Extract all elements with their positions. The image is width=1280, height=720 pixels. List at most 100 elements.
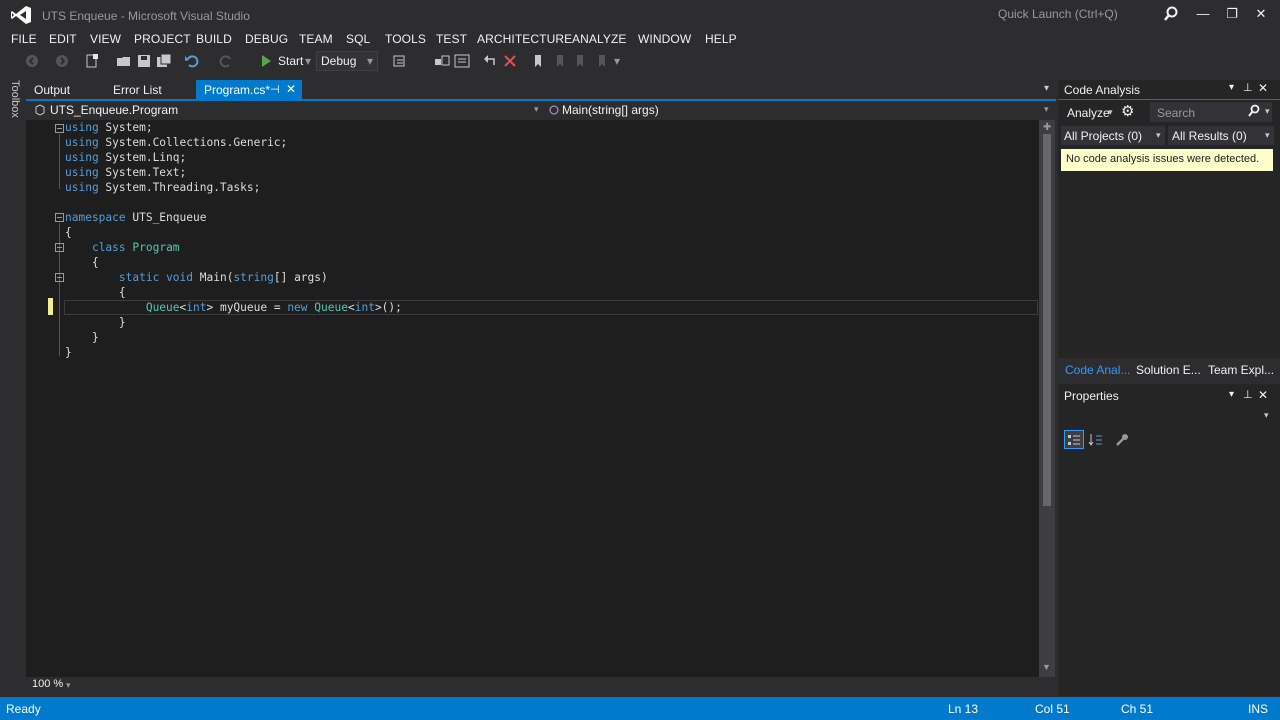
menu-architecture[interactable]: ARCHITECTURE bbox=[477, 32, 572, 46]
collapse-namespace-icon[interactable] bbox=[55, 213, 64, 222]
cancel-step-icon[interactable] bbox=[502, 53, 518, 69]
properties-options-icon[interactable]: ▾ bbox=[1229, 389, 1234, 400]
scroll-down-icon[interactable]: ▼ bbox=[1042, 662, 1051, 672]
menu-tools[interactable]: TOOLS bbox=[385, 32, 426, 46]
undo-icon[interactable] bbox=[184, 53, 200, 69]
start-button[interactable]: Start bbox=[278, 54, 303, 68]
code-line-10[interactable]: { bbox=[65, 256, 99, 271]
save-all-icon[interactable] bbox=[156, 53, 172, 69]
code-line-3[interactable]: using System.Linq; bbox=[65, 151, 186, 166]
analyze-dropdown-icon[interactable]: ▾ bbox=[1108, 107, 1113, 118]
next-bookmark-icon[interactable] bbox=[572, 53, 588, 69]
minimize-button[interactable]: — bbox=[1190, 4, 1216, 24]
tab-list-dropdown-icon[interactable]: ▾ bbox=[1044, 83, 1049, 94]
property-pages-wrench-icon[interactable] bbox=[1114, 432, 1130, 447]
navigate-back-icon[interactable] bbox=[24, 53, 40, 69]
properties-window-icon[interactable] bbox=[454, 53, 470, 69]
analyze-dropdown[interactable]: Analyze bbox=[1067, 106, 1110, 120]
properties-pin-icon[interactable]: ⊥ bbox=[1243, 388, 1253, 401]
save-icon[interactable] bbox=[136, 53, 152, 69]
tab-code-analysis[interactable]: Code Anal... bbox=[1065, 363, 1130, 377]
member-scope-dropdown[interactable]: Main(string[] args) bbox=[562, 103, 659, 117]
navigate-forward-icon[interactable] bbox=[54, 53, 70, 69]
tab-program-cs[interactable]: Program.cs* ⊣ ✕ bbox=[196, 80, 302, 100]
projects-filter-dropdown-icon[interactable]: ▾ bbox=[1156, 130, 1161, 141]
gear-icon[interactable]: ⚙ bbox=[1121, 102, 1134, 120]
quick-launch-input[interactable]: Quick Launch (Ctrl+Q) bbox=[990, 3, 1190, 25]
menu-test[interactable]: TEST bbox=[436, 32, 467, 46]
properties-close-icon[interactable]: ✕ bbox=[1258, 388, 1268, 402]
pin-icon[interactable]: ⊣ bbox=[270, 83, 280, 96]
code-line-2[interactable]: using System.Collections.Generic; bbox=[65, 136, 287, 151]
collapse-class-icon[interactable] bbox=[55, 243, 64, 252]
tab-output[interactable]: Output bbox=[26, 80, 78, 100]
code-line-15[interactable]: } bbox=[65, 331, 99, 346]
close-button[interactable]: ✕ bbox=[1248, 4, 1274, 24]
toolbox-tab[interactable]: Toolbox bbox=[9, 80, 21, 118]
code-line-11[interactable]: static void Main(string[] args) bbox=[65, 271, 328, 286]
restore-button[interactable]: ❐ bbox=[1219, 4, 1245, 24]
search-options-icon[interactable]: ▾ bbox=[1265, 106, 1270, 117]
tab-error-list[interactable]: Error List bbox=[105, 80, 170, 100]
properties-object-dropdown-icon[interactable]: ▾ bbox=[1264, 410, 1269, 421]
code-line-13[interactable]: Queue<int> myQueue = new Queue<int>(); bbox=[65, 301, 402, 316]
tab-solution-explorer[interactable]: Solution E... bbox=[1136, 363, 1201, 377]
alphabetical-sort-icon[interactable] bbox=[1088, 432, 1104, 447]
bookmark-icon[interactable] bbox=[530, 53, 546, 69]
close-tab-icon[interactable]: ✕ bbox=[286, 82, 296, 96]
menu-window[interactable]: WINDOW bbox=[638, 32, 691, 46]
menu-sql[interactable]: SQL bbox=[346, 32, 370, 46]
code-line-4[interactable]: using System.Text; bbox=[65, 166, 186, 181]
panel-close-icon[interactable]: ✕ bbox=[1258, 81, 1268, 95]
vertical-scrollbar-thumb[interactable] bbox=[1043, 134, 1051, 506]
menu-project[interactable]: PROJECT bbox=[134, 32, 191, 46]
open-file-icon[interactable] bbox=[116, 53, 132, 69]
toolbar-overflow-icon[interactable]: ▾ bbox=[614, 54, 620, 68]
categorized-view-button[interactable] bbox=[1064, 430, 1084, 449]
panel-options-icon[interactable]: ▾ bbox=[1229, 82, 1234, 93]
collapse-method-icon[interactable] bbox=[55, 273, 64, 282]
code-line-16[interactable]: } bbox=[65, 346, 72, 361]
class-scope-dropdown[interactable]: UTS_Enqueue.Program bbox=[50, 103, 178, 117]
split-editor-icon[interactable]: ✚ bbox=[1043, 122, 1051, 133]
solution-explorer-icon[interactable] bbox=[434, 53, 450, 69]
search-icon[interactable] bbox=[1162, 5, 1180, 23]
previous-bookmark-icon[interactable] bbox=[552, 53, 568, 69]
menu-view[interactable]: VIEW bbox=[90, 32, 121, 46]
results-filter-dropdown-icon[interactable]: ▾ bbox=[1265, 130, 1270, 141]
start-dropdown-icon[interactable]: ▾ bbox=[305, 54, 311, 68]
menu-build[interactable]: BUILD bbox=[196, 32, 232, 46]
zoom-level-select[interactable]: 100 % bbox=[32, 678, 63, 690]
panel-pin-icon[interactable]: ⊥ bbox=[1243, 81, 1253, 94]
code-line-9[interactable]: class Program bbox=[65, 241, 180, 256]
clear-bookmarks-icon[interactable] bbox=[594, 53, 610, 69]
class-scope-dropdown-icon[interactable]: ▾ bbox=[534, 104, 539, 115]
configuration-dropdown-icon[interactable]: ▾ bbox=[367, 54, 373, 68]
code-line-7[interactable]: namespace UTS_Enqueue bbox=[65, 211, 206, 226]
horizontal-scrollbar[interactable] bbox=[26, 677, 1056, 693]
code-line-8[interactable]: { bbox=[65, 226, 72, 241]
menu-edit[interactable]: EDIT bbox=[49, 32, 77, 46]
menu-help[interactable]: HELP bbox=[705, 32, 737, 46]
redo-icon[interactable] bbox=[218, 53, 234, 69]
code-line-14[interactable]: } bbox=[65, 316, 126, 331]
collapse-usings-icon[interactable] bbox=[55, 124, 64, 133]
menu-file[interactable]: FILE bbox=[11, 32, 37, 46]
new-project-icon[interactable] bbox=[84, 53, 100, 69]
zoom-dropdown-icon[interactable]: ▾ bbox=[66, 680, 71, 691]
code-line-5[interactable]: using System.Threading.Tasks; bbox=[65, 181, 260, 196]
code-line-1[interactable]: using System; bbox=[65, 121, 153, 136]
menu-analyze[interactable]: ANALYZE bbox=[572, 32, 627, 46]
member-scope-dropdown-icon[interactable]: ▾ bbox=[1044, 104, 1049, 115]
code-editor[interactable] bbox=[46, 120, 1039, 677]
step-back-icon[interactable] bbox=[482, 53, 498, 69]
status-ready: Ready bbox=[6, 702, 41, 716]
menu-debug[interactable]: DEBUG bbox=[245, 32, 288, 46]
find-in-files-icon[interactable] bbox=[392, 53, 408, 69]
properties-object-select[interactable] bbox=[1061, 406, 1273, 424]
code-line-12[interactable]: { bbox=[65, 286, 126, 301]
menu-team[interactable]: TEAM bbox=[299, 32, 333, 46]
search-icon[interactable] bbox=[1247, 104, 1261, 118]
start-play-icon[interactable] bbox=[258, 53, 274, 69]
tab-team-explorer[interactable]: Team Expl... bbox=[1208, 363, 1274, 377]
